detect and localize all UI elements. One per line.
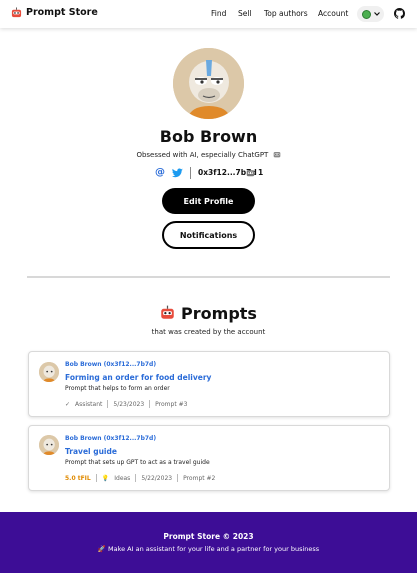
card-title[interactable]: Travel guide	[65, 447, 117, 456]
footer-tagline: 🚀 Make AI an assistant for your life and…	[0, 545, 417, 553]
divider	[190, 167, 191, 179]
robot-icon	[161, 305, 174, 319]
divider	[95, 474, 97, 482]
nav-top-authors[interactable]: Top authors	[264, 9, 308, 18]
profile-links: @ 0x3f12...7b7d 1	[0, 167, 417, 179]
github-icon[interactable]	[394, 8, 405, 19]
chevron-down-icon	[373, 12, 380, 16]
card-category: Ideas	[114, 474, 131, 482]
footer-title: Prompt Store © 2023	[163, 532, 254, 541]
ape-avatar-image	[39, 362, 59, 382]
prompts-title: Prompts	[181, 304, 257, 323]
robot-icon	[246, 170, 255, 177]
at-icon[interactable]: @	[155, 167, 165, 178]
card-meta: ✓ Assistant 5/23/2023 Prompt #3	[65, 400, 187, 408]
nav-sell[interactable]: Sell	[238, 9, 252, 18]
notifications-button[interactable]: Notifications	[162, 221, 255, 249]
robot-icon	[273, 152, 280, 158]
card-author[interactable]: Bob Brown (0x3f12...7b7d)	[65, 435, 156, 442]
check-icon: ✓	[65, 400, 71, 408]
rocket-icon: 🚀	[97, 545, 106, 553]
twitter-icon[interactable]	[172, 168, 183, 178]
profile-name: Bob Brown	[159, 127, 258, 146]
account-menu-button[interactable]	[357, 6, 384, 22]
profile-avatar	[173, 48, 244, 119]
prompt-card[interactable]: Bob Brown (0x3f12...7b7d) Forming an ord…	[28, 351, 390, 417]
card-description: Prompt that sets up GPT to act as a trav…	[65, 459, 210, 466]
card-number: Prompt #2	[183, 474, 216, 482]
bio-text: Obsessed with AI, especially ChatGPT	[136, 151, 269, 159]
profile-bio: Obsessed with AI, especially ChatGPT	[0, 150, 417, 159]
brand-name: Prompt Store	[26, 7, 98, 18]
status-dot	[361, 9, 371, 19]
robot-icon	[11, 7, 22, 18]
ape-avatar-image	[39, 435, 59, 455]
divider	[149, 400, 151, 408]
author-avatar	[39, 435, 59, 455]
card-title[interactable]: Forming an order for food delivery	[65, 373, 211, 382]
prompt-card[interactable]: Bob Brown (0x3f12...7b7d) Travel guide P…	[28, 425, 390, 491]
card-number: Prompt #3	[155, 400, 188, 408]
edit-profile-button[interactable]: Edit Profile	[162, 188, 255, 214]
prompts-heading: Prompts	[0, 304, 417, 323]
nav-account[interactable]: Account	[318, 9, 348, 18]
top-navbar: Prompt Store Find Sell Top authors Accou…	[0, 0, 417, 28]
card-meta: 5.0 tFIL 💡 Ideas 5/22/2023 Prompt #2	[65, 474, 215, 482]
bulb-icon: 💡	[101, 474, 110, 482]
card-description: Prompt that helps to form an order	[65, 385, 170, 392]
nav-find[interactable]: Find	[211, 9, 226, 18]
card-date: 5/22/2023	[141, 474, 173, 482]
footer: Prompt Store © 2023 🚀 Make AI an assista…	[0, 512, 417, 573]
robot-count: 1	[258, 168, 264, 177]
prompts-subtitle: that was created by the account	[151, 328, 266, 336]
card-category: Assistant	[75, 400, 103, 408]
footer-tagline-text: Make AI an assistant for your life and a…	[107, 545, 320, 553]
card-price: 5.0 tFIL	[65, 474, 91, 482]
card-date: 5/23/2023	[113, 400, 145, 408]
section-divider	[27, 276, 390, 278]
divider	[177, 474, 179, 482]
author-avatar	[39, 362, 59, 382]
ape-avatar-image	[173, 48, 244, 119]
card-author[interactable]: Bob Brown (0x3f12...7b7d)	[65, 361, 156, 368]
divider	[135, 474, 137, 482]
brand-link[interactable]: Prompt Store	[11, 7, 98, 18]
divider	[107, 400, 109, 408]
